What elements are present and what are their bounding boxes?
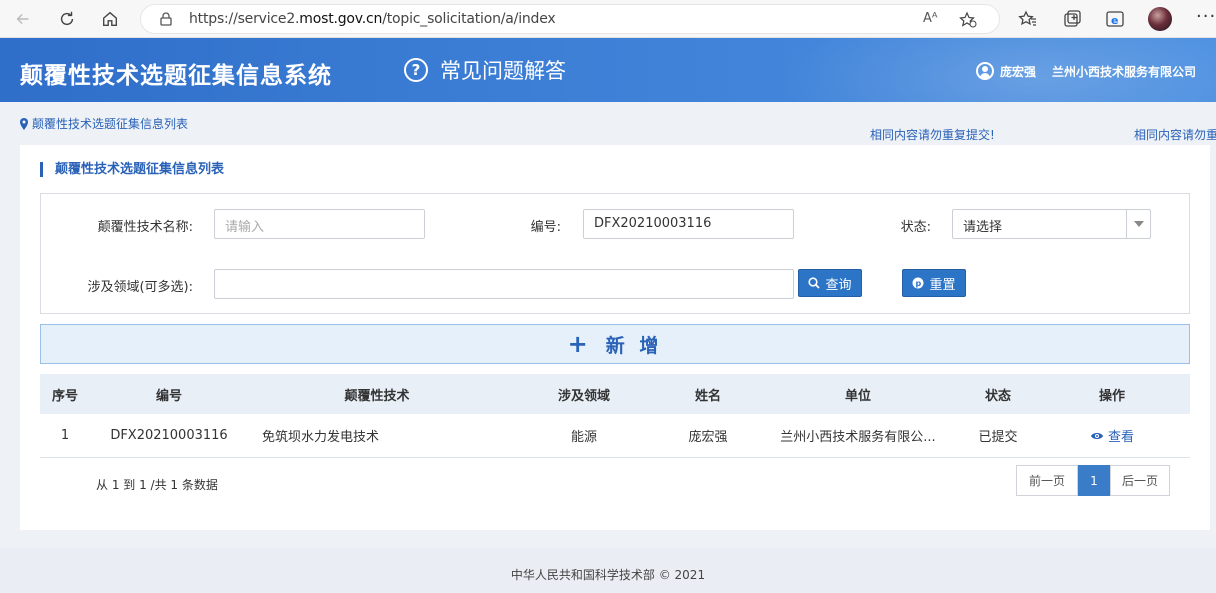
add-new-button[interactable]: + 新 增 xyxy=(40,324,1190,364)
reset-button-label: 重置 xyxy=(929,277,956,293)
faq-link[interactable]: ? 常见问题解答 xyxy=(404,55,566,85)
more-menu-icon[interactable]: ··· xyxy=(1196,6,1216,27)
user-icon xyxy=(975,62,994,80)
col-header-action: 操作 xyxy=(1098,388,1125,404)
user-name: 庞宏强 xyxy=(999,64,1036,79)
reset-icon: p xyxy=(912,277,924,289)
cell-code: DFX20210003116 xyxy=(110,428,228,443)
svg-text:p: p xyxy=(916,279,922,288)
footer: 中华人民共和国科学技术部 © 2021 xyxy=(0,548,1216,593)
faq-label: 常见问题解答 xyxy=(440,59,566,83)
status-label: 状态: xyxy=(900,220,931,235)
table-header: 序号 编号 颠覆性技术 涉及领域 姓名 单位 状态 操作 xyxy=(40,374,1190,414)
cell-technology: 免筑坝水力发电技术 xyxy=(262,430,380,445)
col-header-index: 序号 xyxy=(51,388,78,404)
field-label: 涉及领域(可多选): xyxy=(87,280,193,295)
eye-icon xyxy=(1090,432,1103,439)
page-1-button[interactable]: 1 xyxy=(1078,465,1110,496)
name-input[interactable]: 请输入 xyxy=(214,209,425,239)
col-header-name: 姓名 xyxy=(694,388,721,404)
back-arrow-icon[interactable] xyxy=(12,8,34,30)
section-title: 颠覆性技术选题征集信息列表 xyxy=(40,162,224,177)
read-aloud-icon[interactable]: Aᴬ xyxy=(923,11,941,29)
duplicate-notice: 相同内容请勿重复提交! xyxy=(870,128,995,142)
breadcrumb: 颠覆性技术选题征集信息列表 xyxy=(20,115,188,132)
app-title: 颠覆性技术选题征集信息系统 xyxy=(20,63,332,89)
search-button-label: 查询 xyxy=(825,277,852,293)
code-input[interactable]: DFX20210003116 xyxy=(583,209,794,239)
table-row: 1 DFX20210003116 免筑坝水力发电技术 能源 庞宏强 兰州小西技术… xyxy=(40,414,1190,458)
cell-index: 1 xyxy=(60,428,70,443)
plus-icon: + xyxy=(567,330,592,358)
status-select[interactable]: 请选择 xyxy=(952,209,1151,239)
user-company: 兰州小西技术服务有限公司 xyxy=(1051,64,1196,79)
col-header-field: 涉及领域 xyxy=(557,388,610,404)
col-header-unit: 单位 xyxy=(844,388,871,404)
status-select-value: 请选择 xyxy=(963,220,1003,235)
search-button[interactable]: 查询 xyxy=(798,269,862,297)
address-bar[interactable]: https://service2.most.gov.cn/topic_solic… xyxy=(140,4,1000,34)
field-multiselect[interactable] xyxy=(214,269,794,299)
collections-icon[interactable] xyxy=(1062,9,1082,29)
prev-page-button[interactable]: 前一页 xyxy=(1016,465,1078,496)
cell-name: 庞宏强 xyxy=(688,430,728,445)
duplicate-notice-scrolling: 相同内容请勿重 xyxy=(1134,128,1216,142)
chevron-down-icon xyxy=(1126,210,1150,238)
view-link[interactable]: 查看 xyxy=(1090,426,1134,445)
code-label: 编号: xyxy=(530,220,561,235)
ie-mode-icon[interactable]: e xyxy=(1105,9,1125,29)
col-header-code: 编号 xyxy=(155,388,182,404)
col-header-status: 状态 xyxy=(984,388,1011,404)
location-pin-icon xyxy=(20,117,28,130)
browser-toolbar: https://service2.most.gov.cn/topic_solic… xyxy=(0,0,1216,38)
pagination: 前一页 1 后一页 xyxy=(1016,465,1170,496)
results-table: 序号 编号 颠覆性技术 涉及领域 姓名 单位 状态 操作 1 DFX202100… xyxy=(40,374,1190,458)
svg-text:e: e xyxy=(1111,14,1118,27)
breadcrumb-label: 颠覆性技术选题征集信息列表 xyxy=(32,117,189,131)
add-favorite-icon[interactable] xyxy=(959,11,977,29)
cell-unit: 兰州小西技术服务有限公... xyxy=(780,430,936,445)
url-text: https://service2.most.gov.cn/topic_solic… xyxy=(189,11,556,27)
col-header-technology: 颠覆性技术 xyxy=(344,388,410,404)
cell-status: 已提交 xyxy=(978,430,1018,445)
refresh-icon[interactable] xyxy=(56,8,78,30)
filter-form: 颠覆性技术名称: 请输入 编号: DFX20210003116 状态: 请选择 … xyxy=(40,193,1190,314)
main-panel: 颠覆性技术选题征集信息列表 颠覆性技术名称: 请输入 编号: DFX202100… xyxy=(20,145,1210,530)
next-page-button[interactable]: 后一页 xyxy=(1110,465,1170,496)
favorites-icon[interactable] xyxy=(1018,9,1038,29)
app-header: 颠覆性技术选题征集信息系统 ? 常见问题解答 庞宏强 兰州小西技术服务有限公司 xyxy=(0,38,1216,102)
lock-icon xyxy=(160,12,172,26)
home-icon[interactable] xyxy=(99,8,121,30)
question-icon: ? xyxy=(404,58,428,82)
search-icon xyxy=(808,277,821,289)
result-summary: 从 1 到 1 /共 1 条数据 xyxy=(96,478,218,492)
profile-avatar[interactable] xyxy=(1148,7,1172,31)
view-link-label: 查看 xyxy=(1107,430,1134,445)
name-label: 颠覆性技术名称: xyxy=(97,220,193,235)
add-new-label: 新 增 xyxy=(605,334,663,357)
cell-field: 能源 xyxy=(570,430,597,445)
reset-button[interactable]: p 重置 xyxy=(902,269,966,297)
user-info[interactable]: 庞宏强 兰州小西技术服务有限公司 xyxy=(975,62,1196,80)
